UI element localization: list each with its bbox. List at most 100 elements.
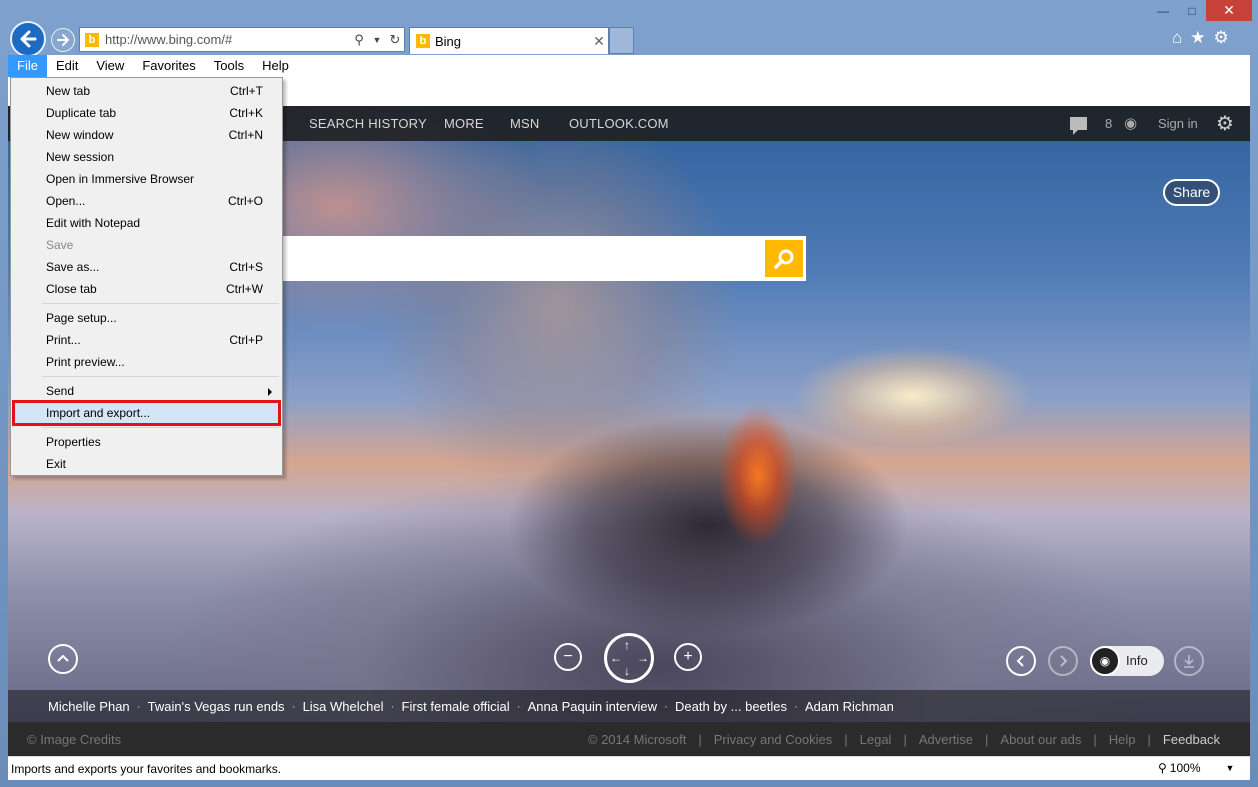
nav-more[interactable]: MORE	[444, 106, 484, 141]
toolbar-icons: ⌂ ★ ⚙	[1172, 28, 1229, 48]
news-strip: Michelle Phan · Twain's Vegas run ends · L…	[8, 690, 1250, 722]
menu-item-new-tab[interactable]: New tab Ctrl+T	[12, 80, 281, 102]
forward-arrow-icon	[57, 34, 70, 46]
zoom-dropdown-icon[interactable]: ▼	[1226, 763, 1235, 773]
menu-separator	[42, 303, 279, 304]
bing-favicon-icon: b	[416, 34, 430, 48]
tab-title: Bing	[435, 33, 462, 49]
news-link[interactable]: Twain's Vegas run ends	[148, 699, 285, 714]
bing-footer: © Image Credits © 2014 Microsoft | Privac…	[8, 722, 1250, 756]
footer-advertise-link[interactable]: Advertise	[919, 732, 973, 747]
menu-favorites[interactable]: Favorites	[133, 55, 204, 77]
close-tab-icon[interactable]: ✕	[590, 33, 608, 50]
menu-item-new-window[interactable]: New window Ctrl+N	[12, 124, 281, 146]
menu-item-edit-with-notepad[interactable]: Edit with Notepad	[12, 212, 281, 234]
menu-item-open[interactable]: Open... Ctrl+O	[12, 190, 281, 212]
footer-feedback-link[interactable]: Feedback	[1163, 732, 1220, 747]
nav-outlook[interactable]: OUTLOOK.COM	[569, 106, 669, 141]
menu-item-send[interactable]: Send	[12, 380, 281, 402]
footer-legal-link[interactable]: Legal	[860, 732, 892, 747]
zoom-control[interactable]: ⚲ 100% ▼	[1158, 761, 1234, 775]
favorites-star-icon[interactable]: ★	[1190, 28, 1205, 48]
next-image-button[interactable]	[1048, 646, 1078, 676]
submenu-arrow-icon	[268, 388, 272, 396]
menu-item-save: Save	[46, 238, 74, 252]
browser-window: — □ ✕ b http://www.bing.com/# ⚲ ▼ ↻ b Bi…	[0, 0, 1258, 787]
pan-control[interactable]: ↑ ↓ ← →	[604, 633, 654, 683]
menu-view[interactable]: View	[87, 55, 133, 77]
search-icon[interactable]: ⚲	[350, 31, 368, 49]
nav-search-history[interactable]: SEARCH HISTORY	[309, 106, 427, 141]
footer-help-link[interactable]: Help	[1109, 732, 1136, 747]
home-icon[interactable]: ⌂	[1172, 28, 1182, 48]
footer-privacy-link[interactable]: Privacy and Cookies	[714, 732, 833, 747]
download-button[interactable]	[1174, 646, 1204, 676]
menu-item-import-export[interactable]: Import and export...	[12, 400, 281, 426]
tools-gear-icon[interactable]: ⚙	[1214, 28, 1229, 48]
chevron-up-icon	[57, 654, 69, 662]
footer-links: © 2014 Microsoft | Privacy and Cookies | L…	[587, 732, 1220, 747]
footer-about-ads-link[interactable]: About our ads	[1000, 732, 1081, 747]
download-icon	[1184, 655, 1194, 668]
news-link[interactable]: Adam Richman	[805, 699, 894, 714]
close-window-button[interactable]: ✕	[1206, 0, 1252, 21]
rewards-medal-icon[interactable]: ◉	[1124, 115, 1138, 133]
chevron-right-icon	[1060, 655, 1068, 667]
tab-bing[interactable]: b Bing ✕	[409, 27, 609, 54]
search-button[interactable]	[765, 240, 803, 277]
back-arrow-icon	[20, 30, 37, 48]
menu-item-print[interactable]: Print... Ctrl+P	[12, 329, 281, 351]
pan-right-icon: →	[637, 651, 649, 665]
menu-item-new-session[interactable]: New session	[12, 146, 281, 168]
pan-down-icon: ↓	[624, 664, 630, 678]
menu-item-save-as[interactable]: Save as... Ctrl+S	[12, 256, 281, 278]
menu-file[interactable]: File	[8, 55, 47, 77]
dropdown-arrow-icon[interactable]: ▼	[368, 31, 386, 49]
menu-item-exit[interactable]: Exit	[12, 453, 281, 475]
sign-in-link[interactable]: Sign in	[1158, 106, 1198, 141]
menu-item-duplicate-tab[interactable]: Duplicate tab Ctrl+K	[12, 102, 281, 124]
scroll-up-button[interactable]	[48, 644, 78, 674]
notifications-icon[interactable]	[1070, 117, 1087, 135]
back-button[interactable]	[10, 21, 46, 57]
news-link[interactable]: First female official	[402, 699, 510, 714]
new-tab-button[interactable]	[609, 27, 634, 54]
menu-edit[interactable]: Edit	[47, 55, 87, 77]
chevron-left-icon	[1016, 655, 1024, 667]
info-button[interactable]: ◉ Info	[1090, 646, 1164, 676]
news-link[interactable]: Lisa Whelchel	[303, 699, 384, 714]
menu-help[interactable]: Help	[253, 55, 298, 77]
zoom-out-button[interactable]: −	[554, 643, 582, 671]
share-button[interactable]: Share	[1163, 179, 1220, 206]
menu-item-properties[interactable]: Properties	[12, 431, 281, 453]
previous-image-button[interactable]	[1006, 646, 1036, 676]
pan-up-icon: ↑	[624, 638, 630, 652]
pan-left-icon: ←	[610, 651, 622, 665]
forward-button[interactable]	[51, 28, 75, 52]
menu-item-page-setup[interactable]: Page setup...	[12, 307, 281, 329]
bing-favicon-icon: b	[85, 32, 99, 47]
menu-item-open-immersive[interactable]: Open in Immersive Browser	[12, 168, 281, 190]
settings-gear-icon[interactable]: ⚙	[1216, 113, 1234, 135]
menu-item-print-preview[interactable]: Print preview...	[12, 351, 281, 373]
camera-icon: ◉	[1090, 646, 1120, 676]
address-url[interactable]: http://www.bing.com/#	[105, 32, 350, 47]
nav-msn[interactable]: MSN	[510, 106, 540, 141]
menu-tools[interactable]: Tools	[205, 55, 253, 77]
status-bar: Imports and exports your favorites and b…	[8, 756, 1250, 780]
footer-copyright: © 2014 Microsoft	[587, 732, 687, 747]
news-link[interactable]: Michelle Phan	[48, 699, 130, 714]
image-credits-link[interactable]: © Image Credits	[27, 732, 121, 747]
minimize-button[interactable]: —	[1148, 0, 1178, 21]
refresh-icon[interactable]: ↻	[386, 31, 404, 49]
address-bar[interactable]: b http://www.bing.com/# ⚲ ▼ ↻	[79, 27, 405, 52]
magnifier-icon	[774, 249, 794, 269]
menu-bar: File Edit View Favorites Tools Help	[8, 55, 1250, 77]
menu-separator	[42, 376, 279, 377]
file-menu-dropdown: New tab Ctrl+T Duplicate tab Ctrl+K New …	[10, 77, 283, 476]
news-link[interactable]: Anna Paquin interview	[528, 699, 657, 714]
news-link[interactable]: Death by ... beetles	[675, 699, 787, 714]
maximize-button[interactable]: □	[1178, 0, 1206, 21]
menu-item-close-tab[interactable]: Close tab Ctrl+W	[12, 278, 281, 300]
zoom-in-button[interactable]: +	[674, 643, 702, 671]
